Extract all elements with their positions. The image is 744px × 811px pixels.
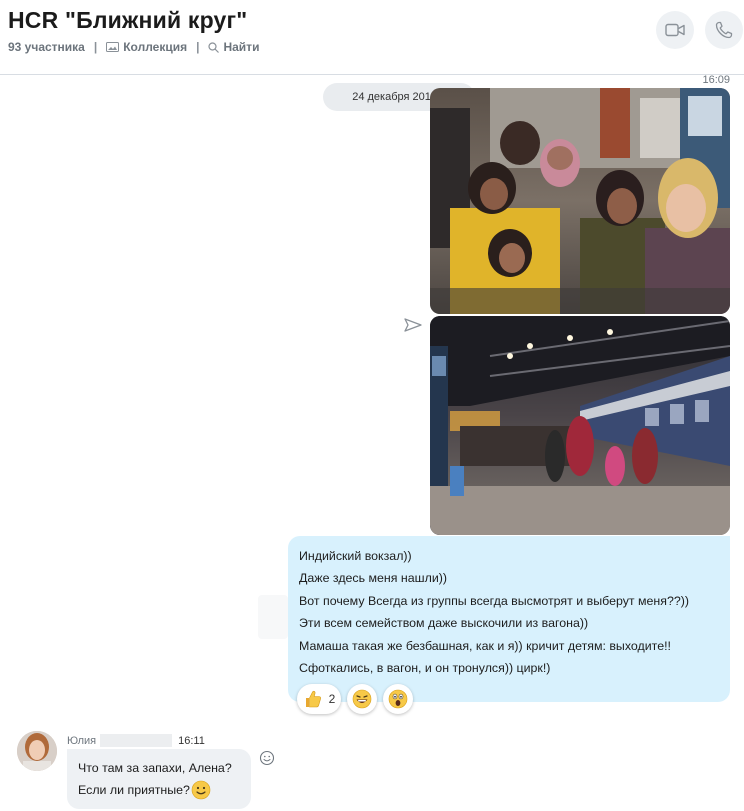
find-link[interactable]: Найти (208, 40, 259, 54)
incoming-message-bubble[interactable]: Что там за запахи, Алена? Если ли приятн… (67, 749, 251, 809)
laughing-emoji (352, 689, 372, 709)
separator: | (93, 40, 98, 54)
participants-count[interactable]: 93 участника (8, 40, 85, 54)
video-camera-icon (665, 23, 685, 37)
message-text: Если ли приятные? (78, 783, 190, 797)
video-call-button[interactable] (656, 11, 694, 49)
shared-photo-station[interactable] (430, 316, 730, 535)
collection-label: Коллекция (123, 40, 188, 54)
station-photo-image (430, 316, 730, 535)
gallery-icon (106, 42, 120, 52)
thumbs-up-emoji (305, 690, 321, 708)
reaction-laughing[interactable] (347, 684, 377, 714)
message-line: Эти всем семейством даже выскочили из ва… (299, 616, 589, 631)
message-line-with-emoji: Если ли приятные? (78, 779, 251, 801)
phone-icon (715, 21, 733, 39)
reactions-bar: 2 (297, 684, 413, 714)
redacted-surname (100, 734, 173, 747)
hover-background (258, 595, 288, 639)
search-icon (208, 41, 220, 53)
sender-name[interactable]: Юлия (67, 735, 96, 747)
chat-meta-row: 93 участника | Коллекция | Найти (8, 40, 259, 54)
reaction-count: 2 (328, 692, 336, 706)
smiley-outline-icon (259, 750, 275, 766)
surprised-emoji (388, 689, 408, 709)
separator: | (196, 40, 200, 54)
message-line: Индийский вокзал)) (299, 549, 412, 563)
message-time: 16:11 (178, 734, 205, 747)
audio-call-button[interactable] (705, 11, 743, 49)
avatar[interactable] (17, 731, 57, 771)
add-reaction-button[interactable] (259, 750, 275, 771)
smiley-emoji (191, 780, 211, 800)
message-line: Мамаша такая же безбашная, как и я)) кри… (299, 638, 671, 653)
sender-row: Юлия 16:11 (67, 734, 205, 747)
avatar-image (17, 731, 57, 771)
chat-title[interactable]: HCR "Ближний круг" (8, 7, 247, 34)
shared-photo-selfie[interactable] (430, 88, 730, 314)
reaction-surprised[interactable] (383, 684, 413, 714)
message-line: Сфоткались, в вагон, и он тронулся)) цир… (299, 661, 551, 676)
selfie-photo-image (430, 88, 730, 314)
message-line: Вот почему Всегда из группы всегда высмо… (299, 593, 690, 608)
message-timestamp: 16:09 (702, 74, 730, 86)
sent-status-icon (404, 318, 422, 337)
collection-link[interactable]: Коллекция (106, 40, 187, 54)
message-line: Даже здесь меня нашли)) (299, 571, 448, 586)
find-label: Найти (223, 40, 260, 54)
outgoing-message-bubble[interactable]: Индийский вокзал)) Даже здесь меня нашли… (288, 536, 730, 702)
chat-header: HCR "Ближний круг" 93 участника | Коллек… (0, 0, 744, 75)
message-line: Что там за запахи, Алена? (78, 761, 232, 775)
reaction-thumbs-up[interactable]: 2 (297, 684, 341, 714)
